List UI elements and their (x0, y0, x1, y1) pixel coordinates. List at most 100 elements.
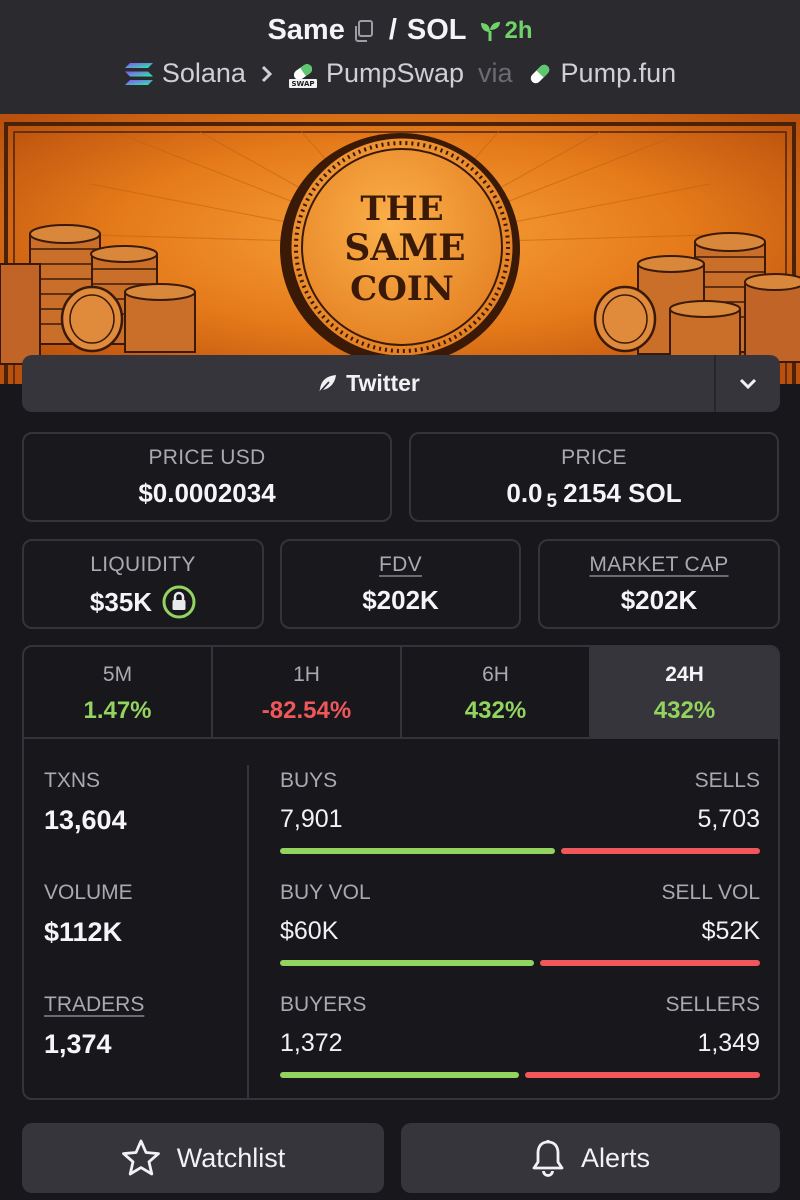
buys-bar-fill (280, 848, 555, 854)
period-tabs: 5M 1.47% 1H -82.54% 6H 432% 24H 432% (24, 647, 778, 739)
pill-icon (530, 64, 549, 83)
tab-6h[interactable]: 6H 432% (402, 647, 591, 737)
watchlist-button[interactable]: Watchlist (22, 1123, 384, 1193)
sell-vol-value: $52K (701, 917, 760, 945)
price-usd-value: $0.0002034 (138, 478, 276, 508)
feather-icon (318, 374, 337, 394)
token-banner-image: THE SAME COIN (0, 114, 800, 384)
traders-metric: TRADERS 1,374 (44, 993, 144, 1060)
price-native-label: PRICE (561, 446, 627, 469)
metrics-area: TXNS 13,604 VOLUME $112K TRADERS 1,374 B… (24, 739, 778, 1098)
social-dropdown-button[interactable] (714, 355, 780, 412)
twitter-button[interactable]: Twitter (22, 355, 714, 412)
fdv-label[interactable]: FDV (282, 553, 519, 577)
price-native-card: PRICE 0.0 5 2154 SOL (409, 432, 779, 522)
star-icon (121, 1139, 160, 1176)
chain-name: Solana (161, 58, 246, 88)
txns-label: TXNS (44, 769, 101, 792)
buy-vol-bar-fill (280, 960, 534, 966)
buys-sells-bar (280, 848, 760, 854)
launchpad-name: Pump.fun (560, 58, 677, 88)
breadcrumb: Solana SWAP PumpSwap via Pump.fun (0, 58, 800, 89)
copy-icon[interactable] (353, 19, 375, 43)
fdv-value: $202K (362, 585, 439, 615)
totals-column: TXNS 13,604 VOLUME $112K TRADERS 1,374 (24, 765, 249, 1098)
liquidity-value-row: $35K (24, 585, 262, 619)
price-native-zero-count: 5 (546, 490, 558, 512)
buys-value: 7,901 (280, 805, 343, 833)
volume-value: $112K (44, 917, 123, 947)
market-cap-value: $202K (620, 585, 698, 615)
volume-label: VOLUME (44, 881, 133, 904)
buys-sells-row: BUYS SELLS 7,901 5,703 (280, 769, 760, 854)
price-native-value: 0.0 5 2154 SOL (411, 478, 777, 512)
traders-label[interactable]: TRADERS (44, 993, 144, 1017)
buys-label: BUYS (280, 769, 338, 792)
launchpad-link[interactable]: Pump.fun (527, 58, 677, 89)
fdv-card: FDV $202K (280, 539, 521, 629)
tab-6h-change: 432% (464, 697, 527, 724)
liquidity-card: LIQUIDITY $35K (22, 539, 264, 629)
tab-1h[interactable]: 1H -82.54% (213, 647, 402, 737)
sell-vol-label: SELL VOL (661, 881, 760, 904)
pair-header: Same / SOL 2h Solana SWAP PumpSwap via P… (0, 0, 800, 114)
price-native-suffix: 2154 SOL (563, 478, 682, 508)
sell-vol-bar-fill (540, 960, 760, 966)
tab-24h-change: 432% (653, 697, 716, 724)
pair-age: 2h (504, 16, 533, 44)
alerts-label: Alerts (580, 1142, 651, 1173)
coin-text-line1: THE (360, 189, 443, 229)
sellers-bar-fill (525, 1072, 760, 1078)
tab-1h-change: -82.54% (261, 697, 352, 724)
pair-separator: / (388, 14, 397, 46)
watchlist-label: Watchlist (176, 1142, 286, 1173)
buyers-bar-fill (280, 1072, 519, 1078)
alerts-button[interactable]: Alerts (401, 1123, 780, 1193)
period-stats-panel: 5M 1.47% 1H -82.54% 6H 432% 24H 432% TXN… (22, 645, 780, 1100)
liquidity-value: $35K (89, 586, 153, 617)
main-coin-graphic: THE SAME COIN (280, 133, 520, 365)
lock-icon[interactable] (162, 585, 196, 619)
buyers-value: 1,372 (280, 1029, 343, 1057)
coin-text-line3: COIN (350, 269, 454, 309)
traders-value: 1,374 (44, 1029, 112, 1059)
sells-label: SELLS (694, 769, 760, 792)
pair-age-badge: 2h (479, 17, 533, 45)
seedling-icon (480, 21, 500, 41)
tab-24h-label: 24H (665, 663, 704, 686)
buyers-label: BUYERS (280, 993, 367, 1016)
volume-split-row: BUY VOL SELL VOL $60K $52K (280, 881, 760, 966)
buy-vol-value: $60K (280, 917, 339, 945)
sells-bar-fill (561, 848, 760, 854)
txns-metric: TXNS 13,604 (44, 769, 127, 836)
chevron-right-icon (260, 64, 274, 84)
sellers-value: 1,349 (697, 1029, 760, 1057)
dex-name: PumpSwap (325, 58, 465, 88)
traders-split-bar (280, 1072, 760, 1078)
twitter-label: Twitter (346, 370, 420, 396)
chain-link[interactable]: Solana (124, 58, 246, 89)
svg-text:SWAP: SWAP (291, 80, 314, 88)
via-text: via (478, 58, 513, 88)
sellers-label: SELLERS (665, 993, 760, 1016)
pair-title: Same / SOL 2h (0, 14, 800, 47)
sells-value: 5,703 (697, 805, 760, 833)
liquidity-label: LIQUIDITY (90, 553, 196, 576)
tab-5m-label: 5M (102, 663, 133, 686)
market-cap-card: MARKET CAP $202K (538, 539, 780, 629)
buy-vol-label: BUY VOL (280, 881, 371, 904)
traders-split-row: BUYERS SELLERS 1,372 1,349 (280, 993, 760, 1078)
tab-6h-label: 6H (482, 663, 509, 686)
quote-symbol: SOL (406, 14, 467, 46)
social-links-bar: Twitter (22, 355, 780, 412)
tab-5m[interactable]: 5M 1.47% (24, 647, 213, 737)
market-cap-label[interactable]: MARKET CAP (540, 553, 778, 577)
dex-link[interactable]: SWAP PumpSwap (288, 58, 464, 89)
price-native-prefix: 0.0 (506, 478, 543, 508)
volume-split-bar (280, 960, 760, 966)
tab-24h[interactable]: 24H 432% (591, 647, 778, 737)
pumpswap-icon: SWAP (288, 63, 317, 88)
price-usd-label: PRICE USD (148, 446, 266, 469)
bell-icon (532, 1140, 564, 1177)
coin-text-line2: SAME (344, 227, 465, 269)
